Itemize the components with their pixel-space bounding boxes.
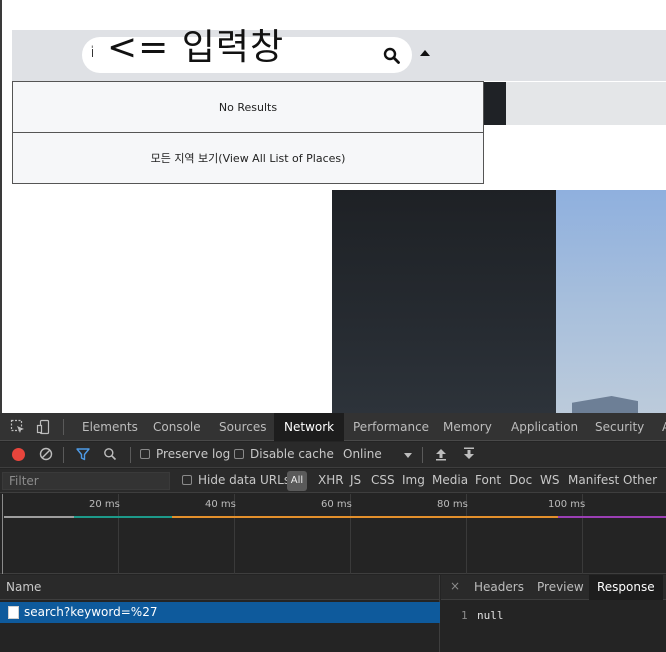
hide-data-urls-checkbox[interactable]: Hide data URLs: [182, 473, 290, 487]
timeline-tick-label: 60 ms: [321, 499, 352, 510]
request-detail-panel: × Headers Preview Response 1 null: [441, 575, 666, 652]
device-toolbar-icon[interactable]: [36, 419, 52, 435]
toolbar-divider: [422, 447, 423, 463]
search-input-text: ': [91, 45, 94, 55]
filter-type-media[interactable]: Media: [432, 473, 468, 487]
filter-type-js[interactable]: JS: [350, 473, 361, 487]
toolbar-divider: [63, 419, 64, 435]
toolbar-divider: [130, 447, 131, 463]
close-icon[interactable]: ×: [450, 579, 460, 593]
request-list: Name search?keyword=%27: [0, 575, 440, 652]
filter-type-manifest[interactable]: Manifest: [568, 473, 619, 487]
response-line-number: 1: [461, 609, 468, 622]
search-dropdown: No Results 모든 지역 보기(View All List of Pla…: [12, 81, 484, 184]
disable-cache-label: Disable cache: [250, 447, 334, 461]
preserve-log-checkbox[interactable]: Preserve log: [140, 447, 230, 461]
network-timeline: 20 ms 40 ms 60 ms 80 ms 100 ms: [0, 494, 666, 574]
tab-elements[interactable]: Elements: [72, 413, 148, 441]
chevron-down-icon[interactable]: [404, 453, 412, 458]
timeline-tick-label: 80 ms: [437, 499, 468, 510]
checkbox-box: [234, 449, 244, 459]
tab-memory[interactable]: Memory: [433, 413, 502, 441]
header-dark-block: [484, 82, 506, 125]
filter-icon[interactable]: [76, 447, 90, 461]
filter-type-img[interactable]: Img: [402, 473, 425, 487]
disable-cache-checkbox[interactable]: Disable cache: [234, 447, 334, 461]
column-header-name[interactable]: Name: [0, 575, 439, 600]
dropdown-item-view-all[interactable]: 모든 지역 보기(View All List of Places): [12, 133, 484, 184]
filter-type-font[interactable]: Font: [475, 473, 501, 487]
dropdown-item-no-results: No Results: [12, 81, 484, 133]
tab-console[interactable]: Console: [143, 413, 211, 441]
filter-type-doc[interactable]: Doc: [509, 473, 532, 487]
filter-type-ws[interactable]: WS: [540, 473, 559, 487]
tab-network[interactable]: Network: [274, 413, 345, 441]
timeline-tick-label: 40 ms: [205, 499, 236, 510]
hero-sky-panel: [556, 190, 666, 413]
hero-image: [332, 190, 666, 413]
timing-bar-queueing: [4, 516, 74, 518]
throttling-select[interactable]: Online: [343, 447, 382, 461]
tab-preview[interactable]: Preview: [529, 575, 592, 600]
search-icon[interactable]: [103, 447, 117, 461]
tab-response[interactable]: Response: [589, 575, 663, 600]
timing-bar-waiting: [172, 516, 558, 518]
search-bar: ' <= 입력창: [12, 27, 666, 81]
header-grey-block: [506, 82, 666, 125]
filter-all-chip[interactable]: All: [287, 471, 307, 491]
tab-performance[interactable]: Performance: [343, 413, 439, 441]
tab-application[interactable]: Application: [501, 413, 588, 441]
web-page: ' <= 입력창 No Results 모든 지역 보기(View All Li…: [0, 0, 666, 413]
timeline-gridline: [2, 494, 3, 574]
filter-type-other[interactable]: Other: [623, 473, 657, 487]
import-har-icon[interactable]: [435, 447, 447, 461]
input-annotation: <= 입력창: [107, 27, 285, 68]
toolbar-divider: [63, 447, 64, 463]
devtools-panel: Elements Console Sources Network Perform…: [0, 413, 666, 652]
tab-audits-truncated[interactable]: A: [652, 413, 666, 441]
filter-type-xhr[interactable]: XHR: [318, 473, 344, 487]
timeline-tick-label: 20 ms: [89, 499, 120, 510]
inspect-element-icon[interactable]: [10, 419, 26, 435]
hero-dark-panel: [332, 190, 556, 413]
filter-bar: Hide data URLs All XHR JS CSS Img Media …: [0, 469, 666, 493]
checkbox-box: [140, 449, 150, 459]
export-har-icon[interactable]: [463, 447, 475, 461]
document-icon: [8, 606, 19, 619]
filter-type-css[interactable]: CSS: [371, 473, 395, 487]
preserve-log-label: Preserve log: [156, 447, 231, 461]
clear-icon[interactable]: [39, 447, 53, 461]
network-toolbar: Preserve log Disable cache Online: [0, 442, 666, 468]
tab-security[interactable]: Security: [585, 413, 654, 441]
devtools-tabbar: Elements Console Sources Network Perform…: [0, 413, 666, 441]
response-body: null: [477, 609, 504, 622]
timing-bar-connect: [74, 516, 172, 518]
search-icon[interactable]: [382, 46, 402, 66]
timeline-tick-label: 100 ms: [548, 499, 586, 510]
hide-data-urls-label: Hide data URLs: [198, 473, 291, 487]
filter-input[interactable]: [2, 472, 170, 490]
detail-tabbar: × Headers Preview Response: [441, 575, 666, 600]
request-name: search?keyword=%27: [24, 605, 158, 619]
screen: ' <= 입력창 No Results 모든 지역 보기(View All Li…: [0, 0, 666, 652]
checkbox-box: [182, 475, 192, 485]
request-row[interactable]: search?keyword=%27: [0, 602, 440, 623]
tab-headers[interactable]: Headers: [466, 575, 532, 600]
record-icon[interactable]: [12, 448, 25, 461]
caret-up-icon[interactable]: [420, 50, 430, 56]
tab-sources[interactable]: Sources: [209, 413, 276, 441]
timing-bar-download: [558, 516, 666, 518]
